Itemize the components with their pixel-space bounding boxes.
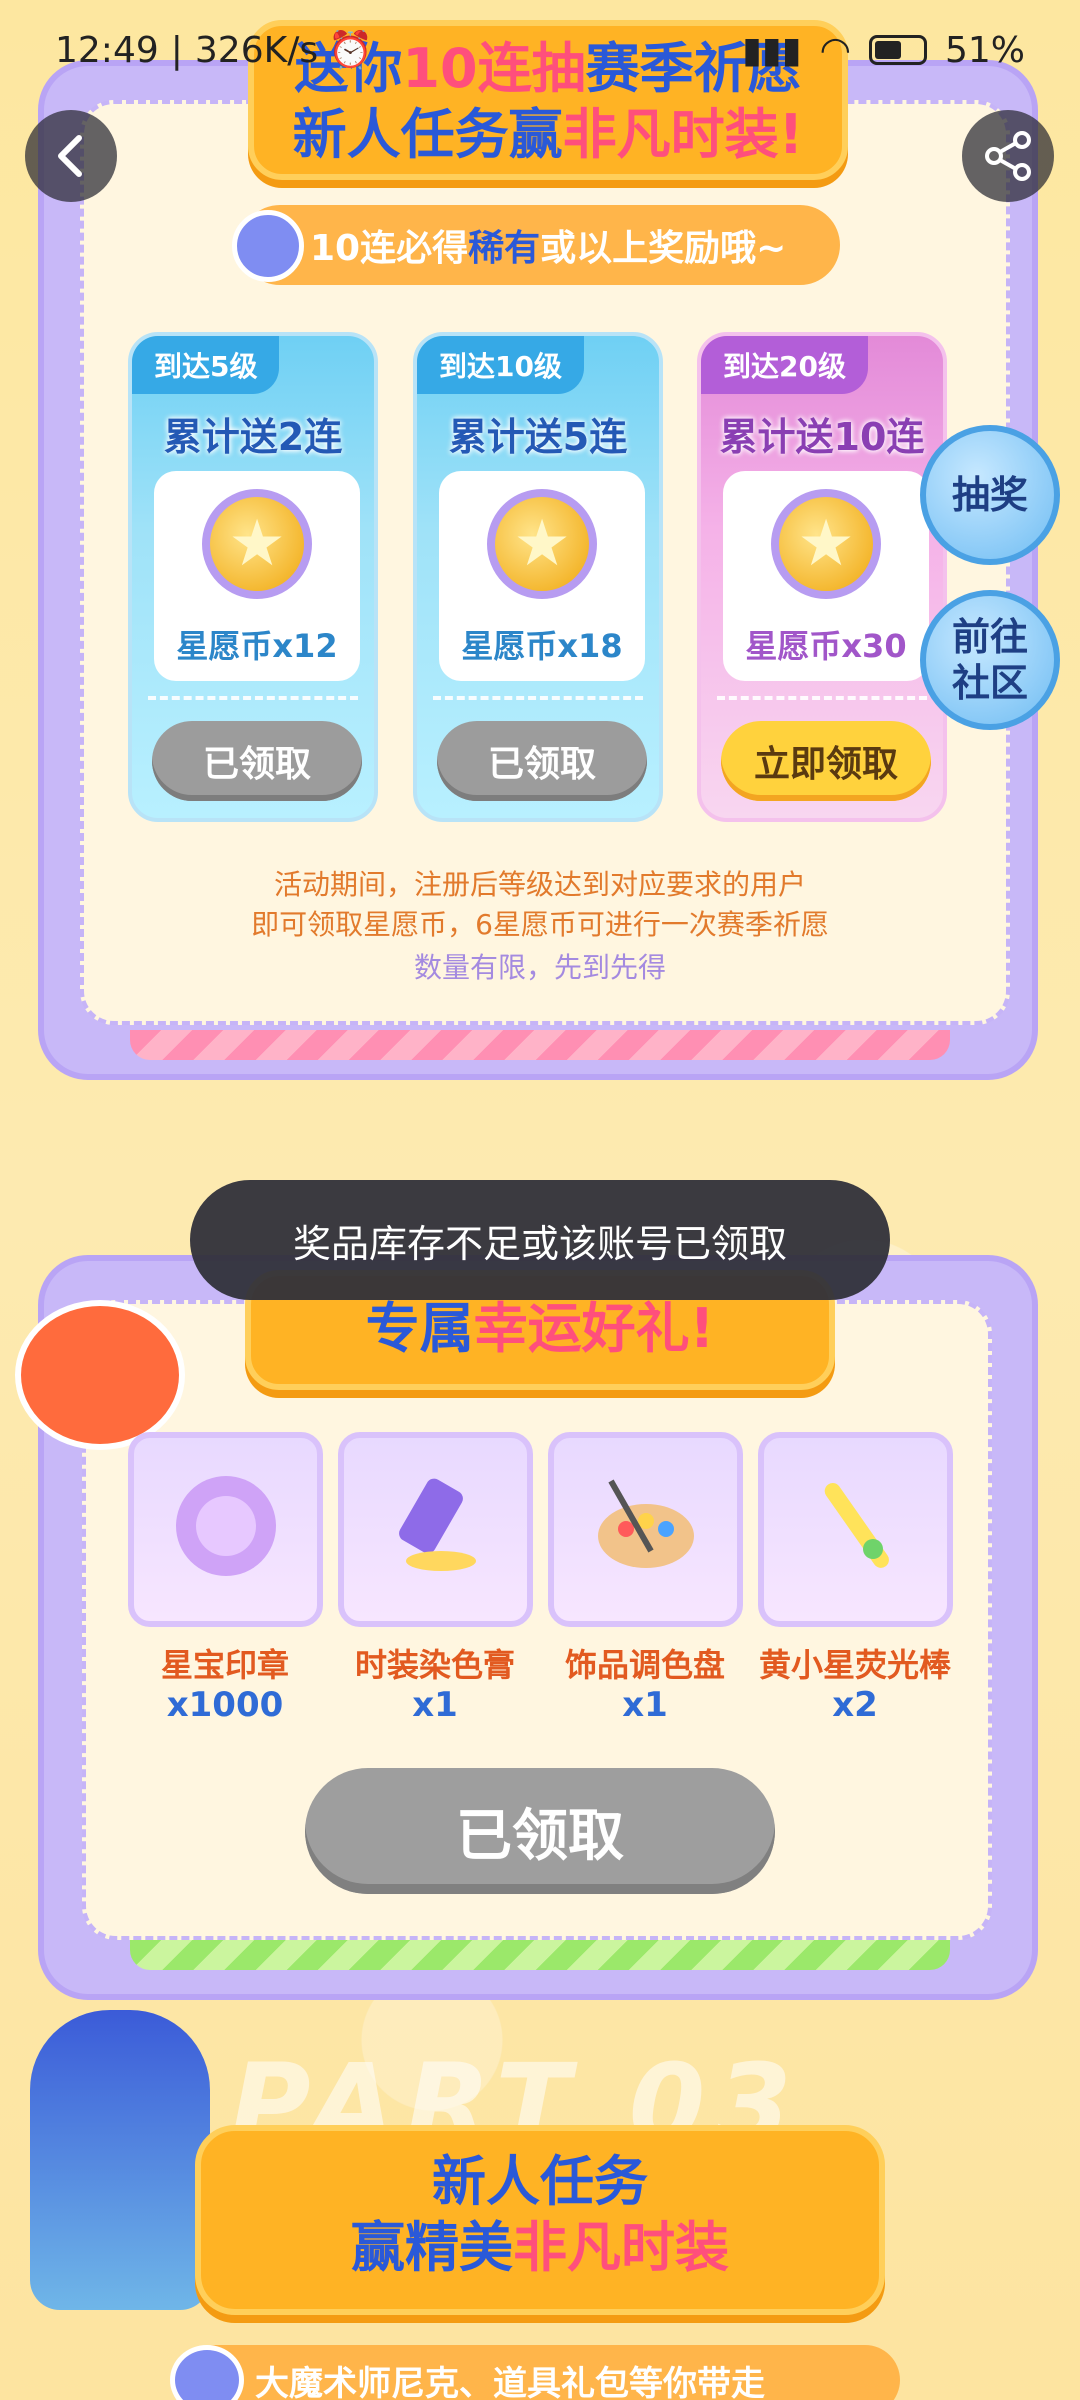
- gift-card-glowstick: [758, 1432, 953, 1627]
- palette-icon: [588, 1468, 703, 1583]
- status-bar: 12:49 | 326K/s ⏰ ▮▮▮ ◠ 51%: [55, 29, 1025, 72]
- card-title: 累计送5连: [448, 415, 628, 459]
- claim-button-level5[interactable]: 已领取: [152, 721, 362, 801]
- battery-percent: 51%: [944, 29, 1025, 71]
- sticker-icon: [15, 1300, 185, 1450]
- rule-line-2: 即可领取星愿币，6星愿币可进行一次赛季祈愿: [251, 908, 829, 941]
- gift-card-palette: [548, 1432, 743, 1627]
- alarm-icon: ⏰: [328, 30, 373, 71]
- reward-card-level5: 到达5级 累计送2连 ★ 星愿币x12 已领取: [128, 332, 378, 822]
- gift-card-stamp: [128, 1432, 323, 1627]
- mascot-badge-icon: [232, 210, 304, 282]
- section1-stripe: [130, 1030, 950, 1060]
- card-level-tag: 到达20级: [701, 336, 868, 394]
- reward-card-level10: 到达10级 累计送5连 ★ 星愿币x18 已领取: [413, 332, 663, 822]
- guarantee-note: 10连必得 稀有 或以上奖励哦~: [240, 205, 840, 285]
- card-level-tag: 到达5级: [132, 336, 280, 394]
- gift-name: 饰品调色盘: [564, 1646, 725, 1684]
- share-button[interactable]: [962, 110, 1054, 202]
- stamp-icon: [168, 1468, 283, 1583]
- reward-card-level20: 到达20级 累计送10连 ★ 星愿币x30 立即领取: [697, 332, 947, 822]
- gift-name: 时装染色膏: [354, 1646, 515, 1684]
- go-community-button[interactable]: 前往社区: [920, 590, 1060, 730]
- card-title: 累计送10连: [719, 415, 925, 459]
- toast-message: 奖品库存不足或该账号已领取: [190, 1180, 890, 1300]
- glowstick-icon: [798, 1468, 913, 1583]
- card-level-tag: 到达10级: [417, 336, 584, 394]
- gift-name: 黄小星荧光棒: [758, 1646, 951, 1684]
- magician-character-image: [30, 2010, 210, 2310]
- network-speed: 326K/s: [194, 29, 319, 71]
- gift-qty: x1: [412, 1685, 458, 1725]
- gift-name: 星宝印章: [160, 1646, 289, 1684]
- draw-lottery-button[interactable]: 抽奖: [920, 425, 1060, 565]
- star-coin-icon: ★: [771, 489, 881, 599]
- star-coin-icon: ★: [487, 489, 597, 599]
- status-time: 12:49: [55, 29, 159, 71]
- gift-card-dye: [338, 1432, 533, 1627]
- signal-icon: ▮▮▮: [742, 29, 802, 71]
- claim-gift-button[interactable]: 已领取: [305, 1768, 775, 1894]
- coin-amount: 星愿币x12: [176, 627, 338, 665]
- coin-amount: 星愿币x18: [461, 627, 623, 665]
- claim-button-level20[interactable]: 立即领取: [721, 721, 931, 801]
- wifi-icon: ◠: [819, 29, 851, 71]
- section2-stripe: [130, 1940, 950, 1970]
- coin-amount: 星愿币x30: [745, 627, 907, 665]
- section3-tip: 大魔术师尼克、道具礼包等你带走: [180, 2345, 900, 2400]
- gift-qty: x1: [622, 1685, 668, 1725]
- chevron-left-icon: [58, 135, 82, 177]
- paint-tube-icon: [378, 1468, 493, 1583]
- back-button[interactable]: [25, 110, 117, 202]
- star-coin-icon: ★: [202, 489, 312, 599]
- section3-banner: 新人任务 赢精美非凡时装: [195, 2125, 885, 2315]
- gift-qty: x1000: [166, 1685, 284, 1725]
- share-icon: [985, 131, 1031, 181]
- gift-qty: x2: [832, 1685, 878, 1725]
- rule-line-3: 数量有限，先到先得: [413, 951, 666, 984]
- card-title: 累计送2连: [163, 415, 343, 459]
- claim-button-level10[interactable]: 已领取: [437, 721, 647, 801]
- battery-icon: [868, 35, 927, 65]
